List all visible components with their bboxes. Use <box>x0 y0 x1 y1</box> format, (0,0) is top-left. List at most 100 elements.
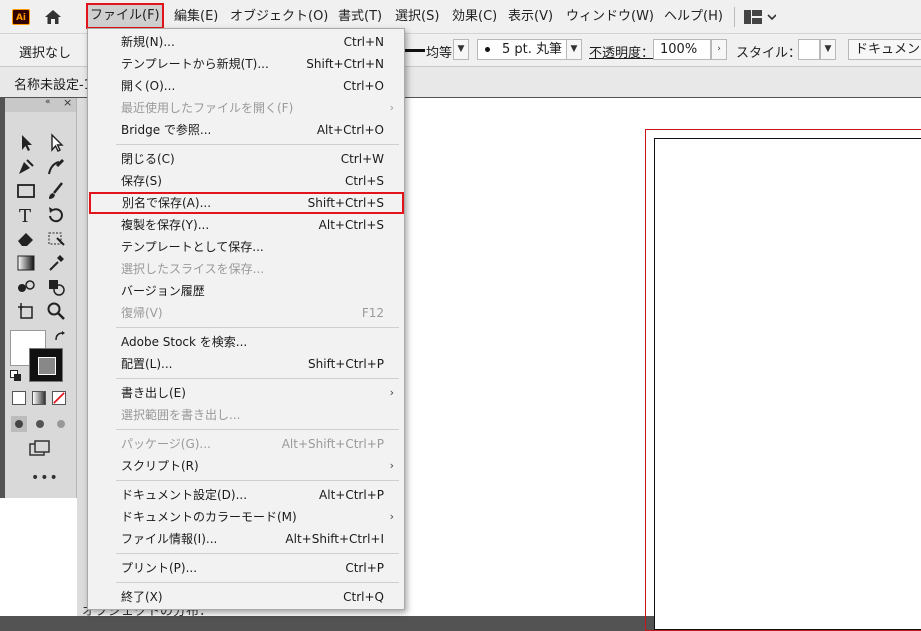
pen-tool-icon[interactable] <box>15 156 37 178</box>
selection-tool-icon[interactable] <box>15 132 37 154</box>
file-menu-item[interactable]: プリント(P)... Ctrl+P <box>88 557 404 579</box>
opacity-label[interactable]: 不透明度： <box>589 42 654 61</box>
menu-item-shortcut: Ctrl+W <box>340 152 384 166</box>
menu-separator <box>116 553 399 554</box>
zoom-tool-icon[interactable] <box>45 300 67 322</box>
rotate-tool-icon[interactable] <box>45 204 67 226</box>
file-menu-item: パッケージ(G)... Alt+Shift+Ctrl+P <box>88 433 404 455</box>
menu-item-label: 配置(L)... <box>121 357 173 371</box>
menu-item-label: 選択したスライスを保存... <box>121 262 265 276</box>
workspace-switcher-icon[interactable] <box>744 10 776 24</box>
color-mode-icon[interactable] <box>12 391 26 405</box>
default-fill-stroke-icon[interactable] <box>10 370 22 382</box>
menu-item-label: 別名で保存(A)... <box>122 196 212 210</box>
tools-panel: « × T ••• <box>5 96 77 498</box>
file-menu-item[interactable]: 開く(O)... Ctrl+O <box>88 75 404 97</box>
file-menu-item[interactable]: 終了(X) Ctrl+Q <box>88 586 404 608</box>
none-mode-icon[interactable] <box>52 391 66 405</box>
file-menu-item: 最近使用したファイルを開く(F) › <box>88 97 404 119</box>
file-menu-item[interactable]: テンプレートとして保存... <box>88 236 404 258</box>
draw-behind-icon[interactable] <box>32 416 48 432</box>
type-tool-icon[interactable]: T <box>15 204 37 226</box>
submenu-arrow-icon: › <box>389 510 394 523</box>
menu-item-label: 最近使用したファイルを開く(F) <box>121 101 294 115</box>
menu-help[interactable]: ヘルプ(H) <box>664 0 723 33</box>
style-swatch[interactable] <box>798 39 820 60</box>
menu-item-label: 複製を保存(Y)... <box>121 218 210 232</box>
menu-separator <box>116 327 399 328</box>
menu-item-label: パッケージ(G)... <box>121 437 211 451</box>
menu-item-shortcut: Shift+Ctrl+N <box>306 57 384 71</box>
file-menu-item: 選択範囲を書き出し... <box>88 404 404 426</box>
curvature-tool-icon[interactable] <box>45 156 67 178</box>
file-menu-item[interactable]: 保存(S) Ctrl+S <box>88 170 404 192</box>
artboard[interactable] <box>654 138 921 630</box>
paintbrush-tool-icon[interactable] <box>45 180 67 202</box>
brush-dropdown[interactable]: ▼ <box>566 39 582 60</box>
draw-normal-icon[interactable] <box>11 416 27 432</box>
artboard-tool-icon[interactable] <box>15 300 37 322</box>
style-label: スタイル： <box>736 46 802 61</box>
gradient-mode-icon[interactable] <box>32 391 46 405</box>
menu-item-label: 選択範囲を書き出し... <box>121 408 241 422</box>
menu-window[interactable]: ウィンドウ(W) <box>566 0 654 33</box>
document-setup-button[interactable]: ドキュメン <box>848 39 921 60</box>
menu-item-label: 書き出し(E) <box>121 386 186 400</box>
opacity-input[interactable]: 100% <box>653 39 711 60</box>
eyedropper-tool-icon[interactable] <box>45 252 67 274</box>
opacity-dropdown[interactable]: › <box>711 39 727 60</box>
file-menu-item[interactable]: 閉じる(C) Ctrl+W <box>88 148 404 170</box>
draw-inside-icon[interactable] <box>53 416 69 432</box>
stroke-line-icon <box>405 49 425 52</box>
tools-panel-header[interactable]: « × <box>5 96 76 112</box>
submenu-arrow-icon: › <box>389 386 394 399</box>
menu-item-label: 閉じる(C) <box>121 152 175 166</box>
stroke-color-swatch[interactable] <box>29 348 63 382</box>
file-menu-item[interactable]: 別名で保存(A)... Shift+Ctrl+S <box>89 192 404 214</box>
collapse-panel-icon[interactable]: « <box>45 97 51 107</box>
menu-item-shortcut: Alt+Shift+Ctrl+P <box>281 437 384 451</box>
menu-item-label: ドキュメント設定(D)... <box>121 488 248 502</box>
file-menu-item[interactable]: Bridge で参照... Alt+Ctrl+O <box>88 119 404 141</box>
menu-separator <box>116 429 399 430</box>
blend-tool-icon[interactable] <box>15 276 37 298</box>
file-menu-item[interactable]: ドキュメント設定(D)... Alt+Ctrl+P <box>88 484 404 506</box>
file-menu-item[interactable]: 複製を保存(Y)... Alt+Ctrl+S <box>88 214 404 236</box>
menu-file[interactable]: ファイル(F) <box>86 3 164 29</box>
menu-item-shortcut: Ctrl+N <box>343 35 384 49</box>
file-menu-dropdown: 新規(N)... Ctrl+N テンプレートから新規(T)... Shift+Ctrl… <box>87 28 405 610</box>
file-menu-item[interactable]: Adobe Stock を検索... <box>88 331 404 353</box>
more-tools-icon[interactable]: ••• <box>31 470 59 486</box>
swap-fill-stroke-icon[interactable] <box>53 330 67 344</box>
document-tab[interactable]: 名称未設定-1 <box>14 74 92 93</box>
file-menu-item[interactable]: ファイル情報(I)... Alt+Shift+Ctrl+I <box>88 528 404 550</box>
screen-mode-icon[interactable] <box>29 440 51 458</box>
shape-builder-tool-icon[interactable] <box>45 276 67 298</box>
file-menu-item[interactable]: 配置(L)... Shift+Ctrl+P <box>88 353 404 375</box>
close-panel-icon[interactable]: × <box>63 96 72 109</box>
gradient-tool-icon[interactable] <box>15 252 37 274</box>
free-transform-tool-icon[interactable] <box>45 228 67 250</box>
file-menu-item[interactable]: ドキュメントのカラーモード(M) › <box>88 506 404 528</box>
menu-separator <box>116 480 399 481</box>
file-menu-item[interactable]: テンプレートから新規(T)... Shift+Ctrl+N <box>88 53 404 75</box>
file-menu-item[interactable]: 新規(N)... Ctrl+N <box>88 31 404 53</box>
stroke-profile-dropdown[interactable]: ▼ <box>453 39 469 60</box>
direct-selection-tool-icon[interactable] <box>45 132 67 154</box>
menu-separator <box>116 378 399 379</box>
style-dropdown[interactable]: ▼ <box>820 39 836 60</box>
menu-item-label: 終了(X) <box>121 590 163 604</box>
menu-item-shortcut: Alt+Ctrl+S <box>318 218 384 232</box>
eraser-tool-icon[interactable] <box>15 228 37 250</box>
menu-effect[interactable]: 効果(C) <box>452 0 497 33</box>
file-menu-item[interactable]: スクリプト(R) › <box>88 455 404 477</box>
rectangle-tool-icon[interactable] <box>15 180 37 202</box>
brush-definition-field[interactable]: 5 pt. 丸筆 <box>477 39 567 60</box>
menu-item-shortcut: Ctrl+P <box>345 561 384 575</box>
home-icon[interactable] <box>44 8 62 26</box>
file-menu-item[interactable]: 書き出し(E) › <box>88 382 404 404</box>
menu-view[interactable]: 表示(V) <box>508 0 553 33</box>
illustrator-app-icon[interactable]: Ai <box>12 9 30 25</box>
menu-item-shortcut: Alt+Shift+Ctrl+I <box>285 532 384 546</box>
file-menu-item[interactable]: バージョン履歴 <box>88 280 404 302</box>
